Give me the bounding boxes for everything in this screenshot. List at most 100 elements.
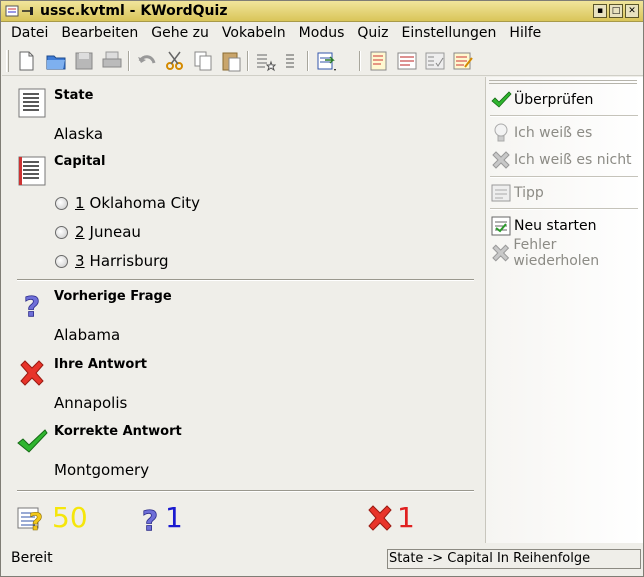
previous-question-label: Vorherige Frage	[54, 289, 172, 304]
repeat-errors-button[interactable]: Fehler wiederholen	[490, 237, 643, 269]
app-menu-icon[interactable]	[5, 4, 19, 18]
answer-language-icon	[18, 156, 46, 186]
check-icon	[491, 91, 512, 108]
choice-number: 3	[75, 252, 85, 270]
lightbulb-icon	[494, 123, 508, 142]
svg-text:?: ?	[24, 290, 40, 321]
print-icon[interactable]	[100, 49, 124, 73]
list-icon[interactable]	[280, 49, 304, 73]
score-wrong: 1	[363, 502, 415, 534]
score-total-value: 50	[52, 501, 88, 534]
choice-text: Harrisburg	[89, 252, 169, 270]
menu-hilfe[interactable]: Hilfe	[509, 23, 541, 44]
score-total: ? 50	[16, 502, 88, 534]
close-icon: ✕	[628, 5, 636, 16]
choice-text: Juneau	[89, 223, 141, 241]
dont-know-label: Ich weiß es nicht	[514, 152, 632, 168]
radio-button[interactable]	[55, 225, 68, 239]
correct-answer-label: Korrekte Antwort	[54, 424, 182, 439]
menu-gehe-zu[interactable]: Gehe zu	[151, 23, 209, 44]
pin-icon[interactable]	[21, 5, 35, 17]
dont-know-button[interactable]: Ich weiß es nicht	[490, 149, 632, 171]
your-answer-value: Annapolis	[54, 394, 128, 412]
toolbar-separator	[128, 51, 130, 71]
app-window: ussc.kvtml - KWordQuiz ▪ □ ✕ Datei Bearb…	[0, 0, 644, 577]
correct-answer-value: Montgomery	[54, 461, 150, 479]
menu-einstellungen[interactable]: Einstellungen	[402, 23, 497, 44]
quiz-panel: State Alaska Capital 1 Oklahoma City 2 J…	[2, 77, 485, 543]
minimize-button[interactable]: ▪	[593, 4, 607, 18]
menu-quiz[interactable]: Quiz	[357, 23, 388, 44]
restart-label: Neu starten	[514, 218, 597, 234]
save-icon[interactable]	[72, 49, 96, 73]
undo-icon[interactable]	[135, 49, 159, 73]
know-it-button[interactable]: Ich weiß es	[490, 122, 592, 144]
cut-icon[interactable]	[163, 49, 187, 73]
wrong-x-icon	[368, 505, 392, 531]
vocabulary-icon[interactable]	[254, 49, 278, 73]
know-it-label: Ich weiß es	[514, 125, 593, 141]
new-file-icon[interactable]	[14, 49, 38, 73]
radio-button[interactable]	[55, 196, 68, 210]
question-label: State	[54, 88, 94, 103]
repeat-errors-label: Fehler wiederholen	[513, 237, 600, 269]
flashcard-icon[interactable]	[395, 49, 419, 73]
question-mark-icon: ?	[141, 504, 158, 534]
toolbar-grip[interactable]	[6, 50, 9, 72]
svg-text:?: ?	[29, 508, 43, 534]
question-count-icon: ?	[17, 507, 43, 534]
sidebar-grip[interactable]	[489, 80, 637, 84]
answer-label: Capital	[54, 154, 106, 169]
status-quiz-mode: State -> Capital In Reihenfolge	[387, 549, 641, 569]
paste-icon[interactable]	[219, 49, 243, 73]
menu-bearbeiten[interactable]: Bearbeiten	[61, 23, 138, 44]
toolbar-separator	[247, 51, 249, 71]
sidebar-separator	[490, 176, 638, 178]
choice-option-2[interactable]: 2 Juneau	[55, 223, 141, 241]
maximize-button[interactable]: □	[609, 4, 623, 18]
svg-text:?: ?	[142, 504, 158, 534]
toolbar-separator	[307, 51, 309, 71]
your-answer-label: Ihre Antwort	[54, 357, 147, 372]
restart-button[interactable]: Neu starten	[490, 215, 597, 237]
score-answered-value: 1	[165, 501, 183, 534]
menu-bar: Datei Bearbeiten Gehe zu Vokabeln Modus …	[2, 23, 643, 44]
maximize-icon: □	[611, 5, 621, 16]
restart-icon	[491, 216, 511, 236]
question-answer-icon[interactable]	[451, 49, 475, 73]
hint-button[interactable]: Tipp	[490, 182, 544, 204]
quiz-action-sidebar: Überprüfen Ich weiß es Ich weiß es nicht…	[485, 77, 643, 543]
score-answered: ? 1	[135, 501, 183, 535]
menu-vokabeln[interactable]: Vokabeln	[222, 23, 286, 44]
close-button[interactable]: ✕	[625, 4, 639, 18]
copy-icon[interactable]	[191, 49, 215, 73]
choice-option-3[interactable]: 3 Harrisburg	[55, 252, 169, 270]
open-folder-icon[interactable]	[44, 49, 68, 73]
divider	[17, 279, 474, 281]
dont-know-x-icon	[492, 151, 510, 169]
choice-option-1[interactable]: 1 Oklahoma City	[55, 194, 200, 212]
title-bar: ussc.kvtml - KWordQuiz ▪ □ ✕	[1, 1, 643, 22]
previous-question-value: Alabama	[54, 326, 121, 344]
check-button[interactable]: Überprüfen	[490, 89, 593, 111]
minimize-icon: ▪	[596, 5, 604, 16]
question-mark-icon: ?	[23, 290, 40, 321]
radio-button[interactable]	[55, 254, 68, 268]
editor-icon[interactable]	[367, 49, 391, 73]
status-bar: Bereit State -> Capital In Reihenfolge	[2, 546, 643, 576]
multiple-choice-icon[interactable]	[423, 49, 447, 73]
sidebar-separator	[490, 115, 638, 117]
mode-icon[interactable]	[315, 49, 339, 73]
menu-modus[interactable]: Modus	[299, 23, 345, 44]
divider	[17, 490, 474, 492]
choice-number: 1	[75, 194, 85, 212]
menu-datei[interactable]: Datei	[11, 23, 48, 44]
repeat-errors-icon	[492, 244, 510, 262]
window-title: ussc.kvtml - KWordQuiz	[40, 3, 228, 19]
toolbar-separator	[359, 51, 361, 71]
score-wrong-value: 1	[397, 501, 415, 534]
hint-label: Tipp	[514, 185, 544, 201]
question-language-icon	[18, 88, 46, 118]
toolbar	[2, 46, 643, 76]
hint-icon	[491, 184, 511, 202]
